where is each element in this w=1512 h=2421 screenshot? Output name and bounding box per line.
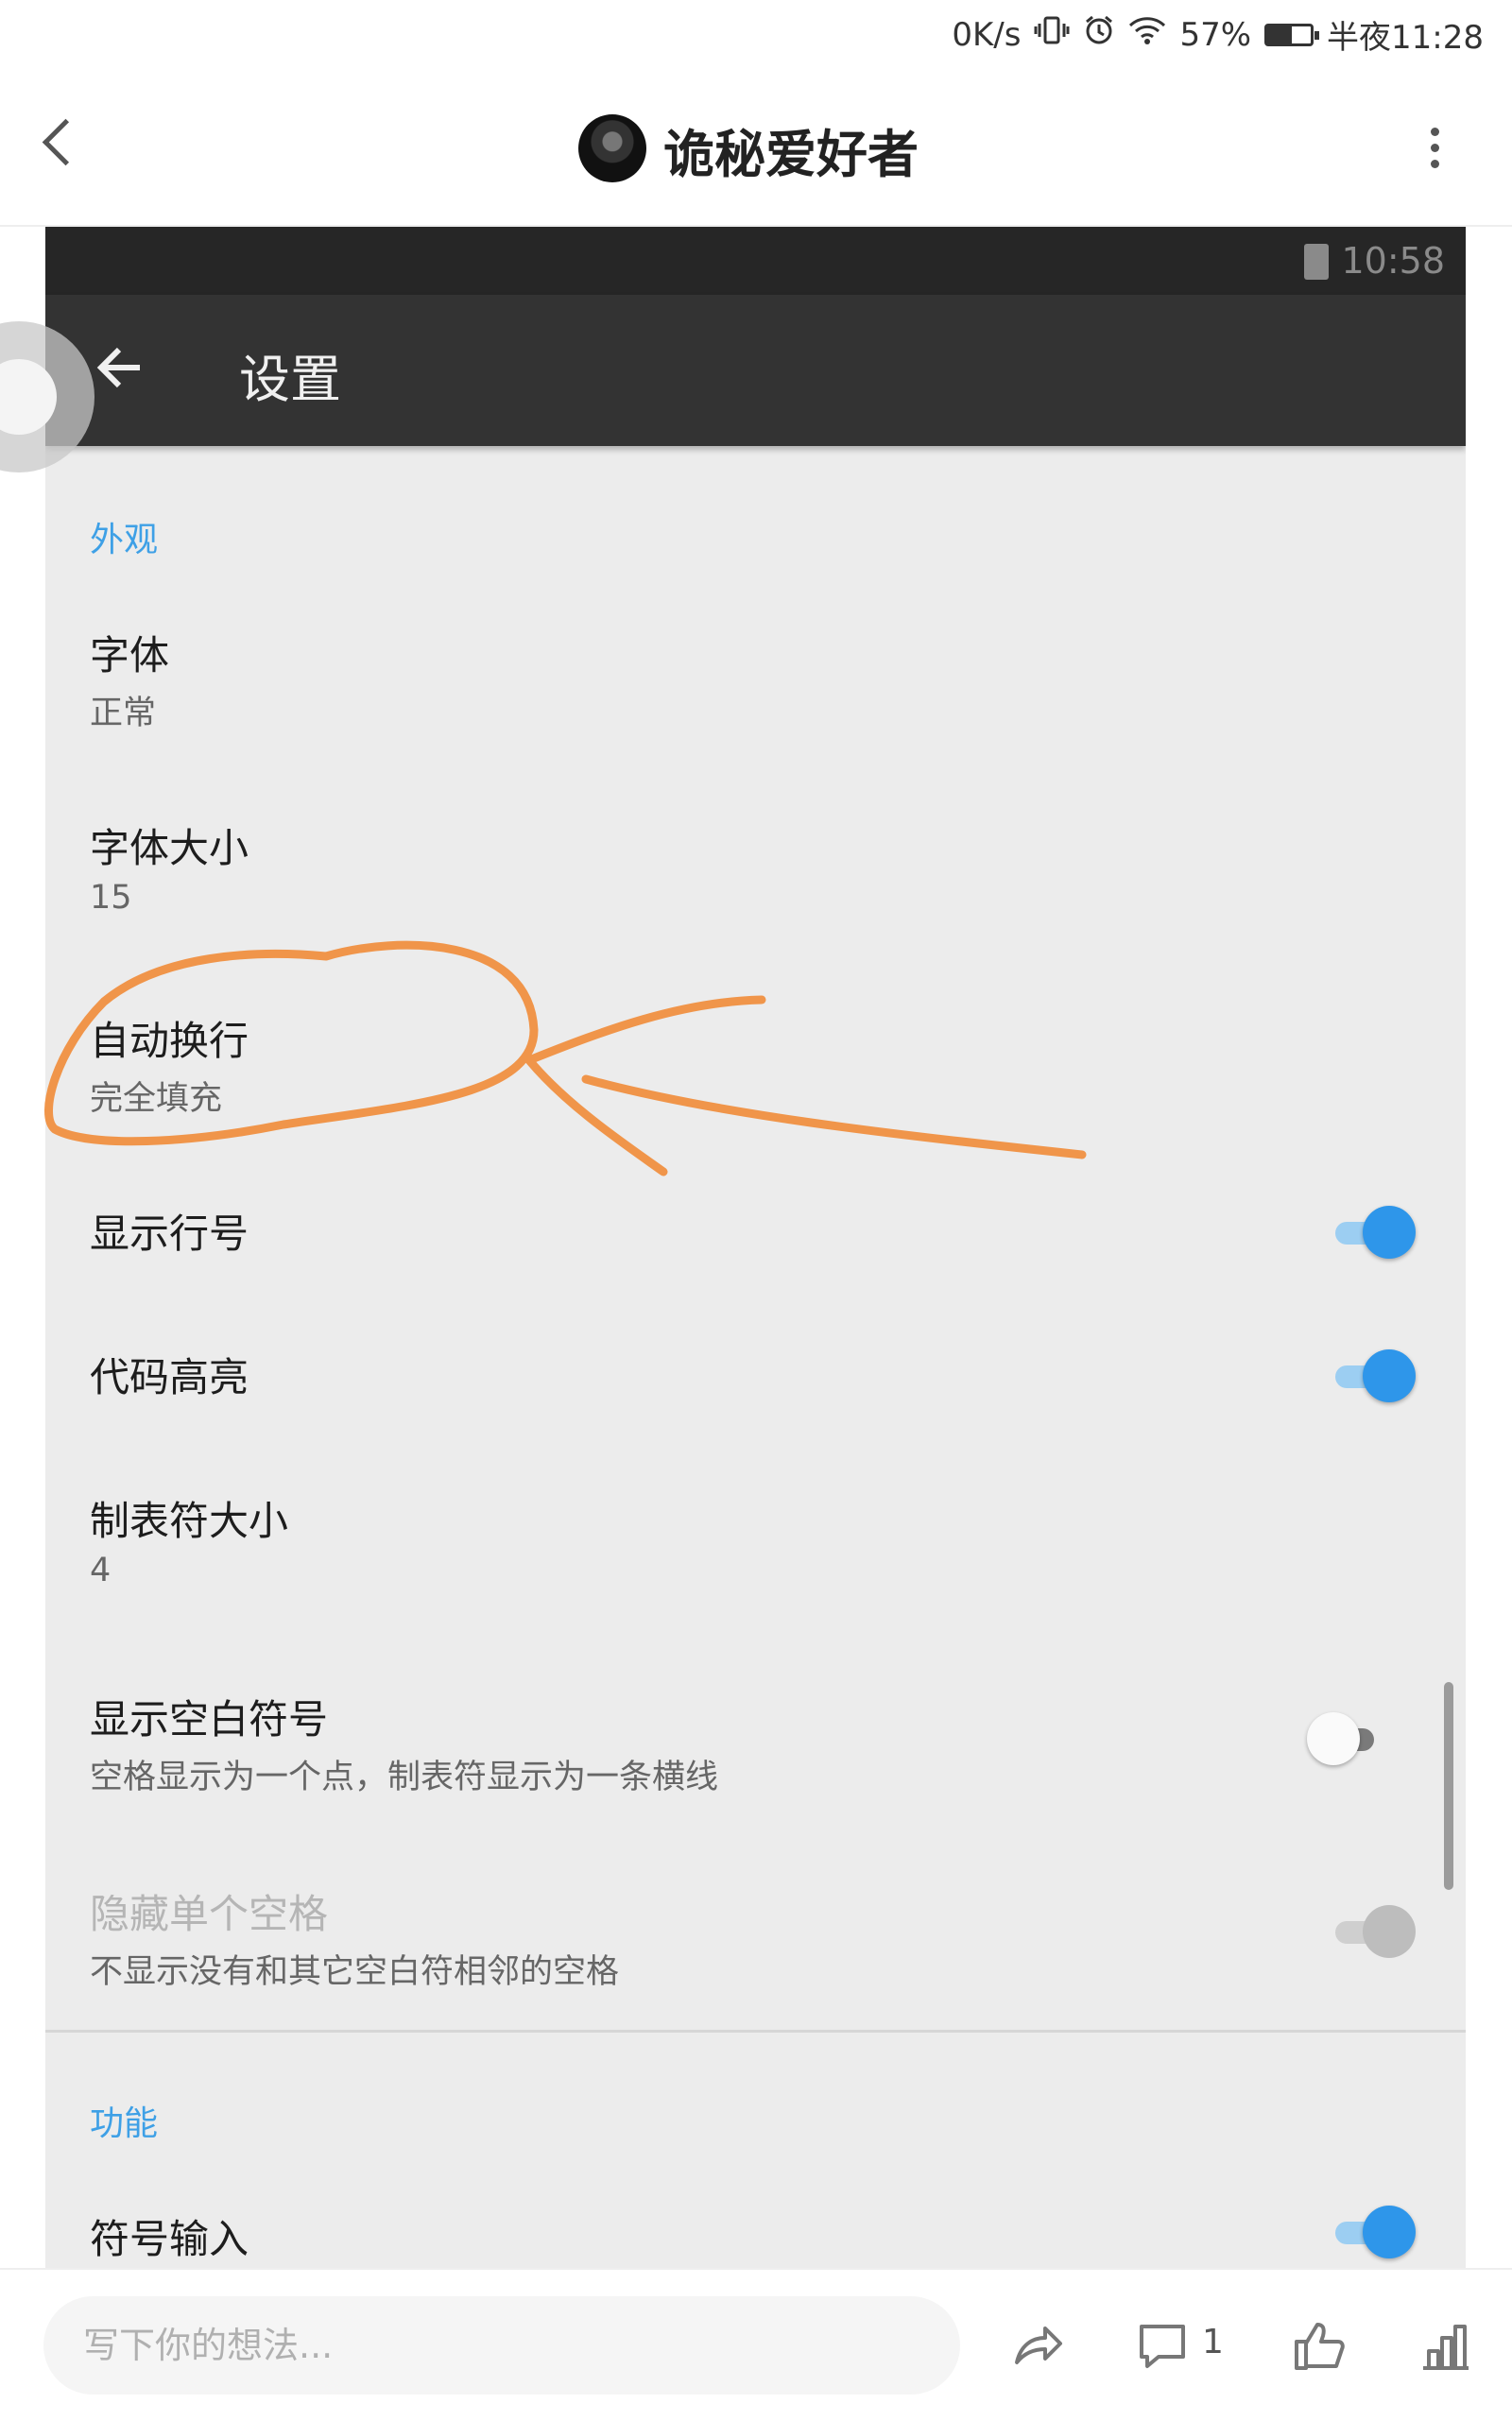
- battery-icon: [1264, 23, 1320, 46]
- setting-show-whitespace-title[interactable]: 显示空白符号: [90, 1688, 328, 1745]
- more-options-icon[interactable]: [1431, 128, 1440, 175]
- section-header-appearance: 外观: [90, 521, 159, 559]
- scrollbar[interactable]: [1444, 1682, 1453, 1890]
- setting-tab-size-value: 4: [90, 1552, 112, 1589]
- embedded-battery-icon: [1304, 244, 1329, 280]
- battery-percent: 57%: [1179, 15, 1252, 54]
- setting-font-size-value: 15: [90, 879, 132, 917]
- section-divider: [45, 2030, 1466, 2033]
- page-title: 诡秘爱好者: [663, 125, 919, 184]
- status-bar: 0K/s 57% 半夜11:28: [0, 0, 1512, 71]
- net-speed: 0K/s: [952, 15, 1022, 54]
- bottom-bar: 1: [0, 2268, 1512, 2421]
- embedded-app-bar: 设置: [45, 295, 1466, 446]
- setting-tab-size-title[interactable]: 制表符大小: [90, 1489, 288, 1547]
- line-numbers-switch[interactable]: [1331, 1204, 1416, 1261]
- setting-font-size-title[interactable]: 字体大小: [90, 816, 249, 874]
- alarm-icon: [1083, 14, 1115, 55]
- setting-show-whitespace-desc: 空格显示为一个点，制表符显示为一条横线: [90, 1759, 719, 1796]
- top-bar: 诡秘爱好者: [0, 71, 1512, 227]
- clock: 半夜11:28: [1327, 19, 1484, 57]
- stats-icon[interactable]: [1418, 2317, 1474, 2374]
- setting-symbol-input-title[interactable]: 符号输入: [90, 2207, 249, 2265]
- status-icons: 0K/s 57% 半夜11:28: [952, 11, 1484, 58]
- setting-line-numbers-title[interactable]: 显示行号: [90, 1202, 249, 1260]
- embedded-screenshot: 10:58 设置 外观 字体 正常 字体大小 15 自动换行 完全填充 显示行号…: [45, 227, 1466, 2268]
- hide-single-space-switch: [1331, 1903, 1416, 1960]
- setting-word-wrap-title[interactable]: 自动换行: [90, 1009, 249, 1067]
- comment-icon[interactable]: [1134, 2317, 1191, 2374]
- battery-fill: [1267, 26, 1293, 43]
- setting-word-wrap-value: 完全填充: [90, 1080, 223, 1118]
- setting-syntax-highlight-title[interactable]: 代码高亮: [90, 1346, 249, 1403]
- vibrate-icon: [1034, 14, 1070, 55]
- setting-font-value: 正常: [90, 695, 157, 732]
- setting-hide-single-space-desc: 不显示没有和其它空白符相邻的空格: [90, 1953, 620, 1991]
- avatar[interactable]: [578, 114, 646, 182]
- arrow-back-icon[interactable]: [94, 342, 146, 393]
- syntax-highlight-switch[interactable]: [1331, 1348, 1416, 1404]
- symbol-input-switch[interactable]: [1331, 2204, 1416, 2260]
- like-icon[interactable]: [1291, 2317, 1348, 2374]
- share-icon[interactable]: [1009, 2317, 1066, 2374]
- section-header-features: 功能: [90, 2104, 159, 2143]
- wifi-icon: [1128, 15, 1166, 54]
- comment-input[interactable]: [43, 2296, 960, 2395]
- embedded-clock: 10:58: [1341, 240, 1445, 282]
- setting-font-title[interactable]: 字体: [90, 624, 169, 681]
- settings-title: 设置: [239, 350, 341, 409]
- show-whitespace-switch[interactable]: [1307, 1710, 1392, 1767]
- embedded-status-bar: 10:58: [45, 227, 1466, 295]
- setting-hide-single-space-title: 隐藏单个空格: [90, 1891, 329, 1937]
- back-icon[interactable]: [42, 118, 90, 166]
- comment-count: 1: [1202, 2323, 1224, 2361]
